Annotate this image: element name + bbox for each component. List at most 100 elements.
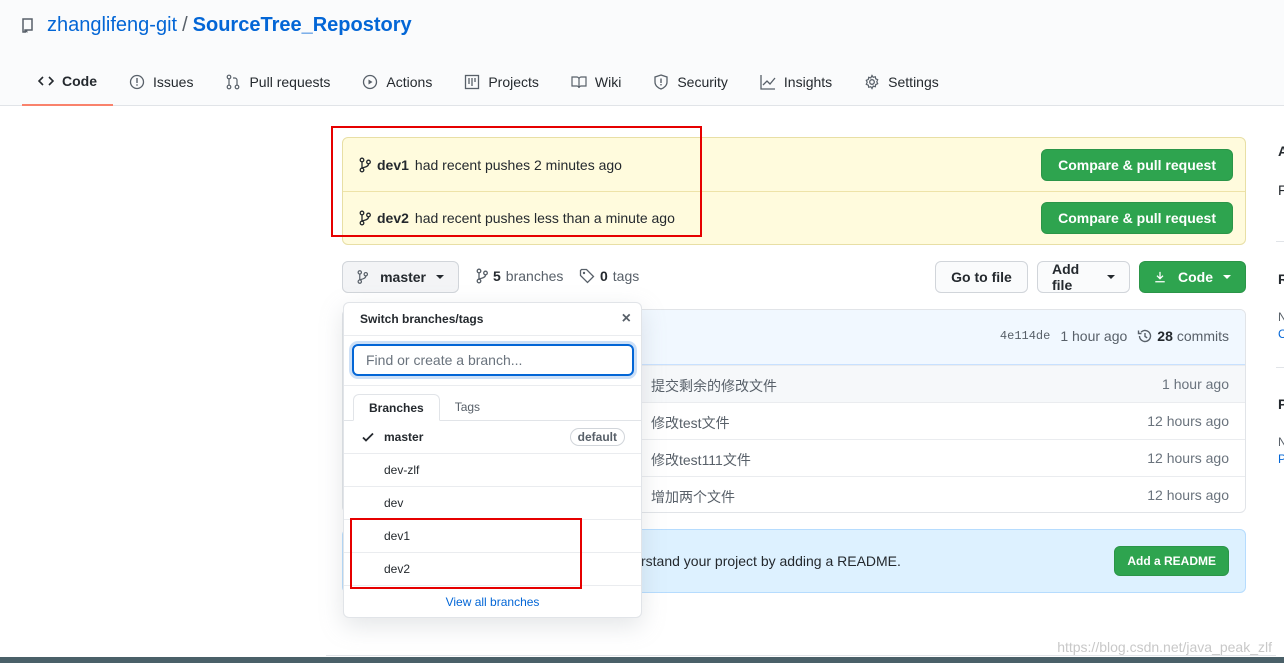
sidebar-link-fragment[interactable]: C — [1278, 327, 1284, 341]
branch-switch-dropdown: Switch branches/tags × Find or create a … — [343, 302, 642, 618]
branch-item-dev1[interactable]: dev1 — [344, 520, 641, 553]
commit-message[interactable]: 提交剩余的修改文件 — [651, 376, 777, 396]
recent-push-branch[interactable]: dev2 — [377, 210, 409, 226]
branch-item-master[interactable]: master default — [344, 421, 641, 454]
view-all-branches-link[interactable]: View all branches — [344, 586, 641, 617]
tab-label: Actions — [386, 74, 433, 90]
branch-count-label: branches — [505, 268, 564, 284]
repo-separator: / — [182, 14, 188, 36]
issue-icon — [129, 74, 145, 90]
tag-count-label: tags — [612, 268, 640, 284]
sidebar-link-fragment[interactable]: P — [1278, 452, 1284, 466]
recent-push-row: dev1 had recent pushes 2 minutes ago Com… — [343, 138, 1245, 191]
go-to-file-label: Go to file — [951, 269, 1012, 285]
tab-actions[interactable]: Actions — [346, 62, 448, 102]
sidebar-divider — [1276, 367, 1284, 368]
branch-search-input[interactable]: Find or create a branch... — [352, 344, 634, 376]
commit-time: 1 hour ago — [1060, 328, 1128, 344]
branch-name: dev-zlf — [384, 463, 420, 477]
tab-wiki[interactable]: Wiki — [555, 62, 637, 102]
branch-name: dev — [384, 496, 404, 510]
chevron-down-icon — [436, 275, 444, 279]
repo-owner-link[interactable]: zhanglifeng-git — [47, 14, 177, 37]
recent-push-text: dev1 had recent pushes 2 minutes ago — [359, 157, 622, 173]
tab-pull-requests[interactable]: Pull requests — [209, 62, 346, 102]
commit-count: 28 — [1157, 328, 1173, 344]
chevron-down-icon — [1223, 275, 1231, 279]
go-to-file-button[interactable]: Go to file — [935, 261, 1028, 293]
repo-title: zhanglifeng-git / SourceTree_Repostory — [22, 14, 412, 37]
close-icon[interactable]: × — [622, 311, 631, 327]
commit-message[interactable]: 增加两个文件 — [651, 487, 735, 507]
code-download-button[interactable]: Code — [1139, 261, 1246, 293]
sidebar-text-fragment: N — [1278, 310, 1284, 324]
tab-label: Pull requests — [249, 74, 331, 90]
branches-link[interactable]: 5 branches — [476, 268, 563, 284]
play-icon — [363, 74, 378, 90]
sidebar-heading-packages: P — [1278, 396, 1284, 412]
compare-pull-request-button[interactable]: Compare & pull request — [1041, 148, 1233, 181]
tab-tags[interactable]: Tags — [440, 393, 495, 420]
sidebar-heading-about: A — [1278, 143, 1284, 159]
tab-label: Code — [62, 73, 97, 89]
recent-push-branch[interactable]: dev1 — [377, 157, 409, 173]
tags-link[interactable]: 0 tags — [579, 268, 639, 284]
window-bottom-edge — [0, 657, 1284, 663]
sidebar-divider — [1276, 241, 1284, 242]
dropdown-filter: Find or create a branch... — [344, 336, 641, 386]
commits-link[interactable]: 28 commits — [1137, 328, 1229, 344]
branch-icon — [476, 268, 488, 284]
tab-label: Wiki — [594, 74, 622, 90]
branch-item-dev[interactable]: dev — [344, 487, 641, 520]
commit-age: 1 hour ago — [1162, 376, 1229, 392]
sidebar-text-fragment: N — [1278, 435, 1284, 449]
commit-age: 12 hours ago — [1147, 450, 1229, 466]
tab-label: Settings — [888, 74, 939, 90]
code-icon — [38, 76, 54, 86]
tab-settings[interactable]: Settings — [848, 62, 955, 102]
gear-icon — [865, 74, 879, 90]
branch-name: master — [384, 430, 424, 444]
tab-projects[interactable]: Projects — [448, 62, 555, 102]
sidebar-text-fragment: F — [1278, 182, 1284, 198]
tab-branches[interactable]: Branches — [353, 394, 440, 421]
tab-label: Projects — [488, 74, 539, 90]
branch-item-dev2[interactable]: dev2 — [344, 553, 641, 586]
add-readme-button[interactable]: Add a README — [1114, 546, 1229, 576]
branch-name: dev1 — [384, 529, 411, 543]
book-icon — [571, 76, 587, 89]
branch-item-dev-zlf[interactable]: dev-zlf — [344, 454, 641, 487]
tab-issues[interactable]: Issues — [113, 62, 209, 102]
add-file-label: Add file — [1052, 261, 1080, 293]
recent-pushes-banner: dev1 had recent pushes 2 minutes ago Com… — [342, 137, 1246, 245]
graph-icon — [760, 75, 776, 90]
commit-age: 12 hours ago — [1147, 487, 1229, 503]
dropdown-tabs: Branches Tags — [344, 386, 641, 421]
branch-icon — [359, 157, 371, 172]
tab-label: Insights — [783, 74, 833, 90]
dropdown-header: Switch branches/tags × — [344, 303, 641, 336]
tab-security[interactable]: Security — [637, 62, 744, 102]
compare-pull-request-button[interactable]: Compare & pull request — [1041, 202, 1233, 234]
branch-select-button[interactable]: master — [342, 261, 459, 293]
latest-commit-meta: 4e114de 1 hour ago 28 commits — [1000, 328, 1229, 344]
project-icon — [465, 74, 480, 90]
tag-count: 0 — [600, 268, 608, 284]
commit-message[interactable]: 修改test111文件 — [651, 450, 751, 470]
shield-icon — [654, 74, 668, 90]
watermark-text: https://blog.csdn.net/java_peak_zlf — [1057, 639, 1272, 655]
history-icon — [1138, 329, 1152, 343]
add-file-button[interactable]: Add file — [1037, 261, 1130, 293]
tab-insights[interactable]: Insights — [744, 62, 848, 102]
tab-label: Issues — [153, 74, 194, 90]
repo-name-link[interactable]: SourceTree_Repostory — [193, 14, 412, 37]
tab-code[interactable]: Code — [22, 62, 113, 106]
repo-icon — [22, 17, 38, 35]
commit-sha[interactable]: 4e114de — [1000, 329, 1050, 343]
repo-header: zhanglifeng-git / SourceTree_Repostory C… — [0, 0, 1284, 106]
download-icon — [1155, 271, 1165, 283]
commit-message[interactable]: 修改test文件 — [651, 413, 730, 433]
page-divider — [326, 655, 1276, 656]
commit-age: 12 hours ago — [1147, 413, 1229, 429]
branch-count: 5 — [493, 268, 501, 284]
